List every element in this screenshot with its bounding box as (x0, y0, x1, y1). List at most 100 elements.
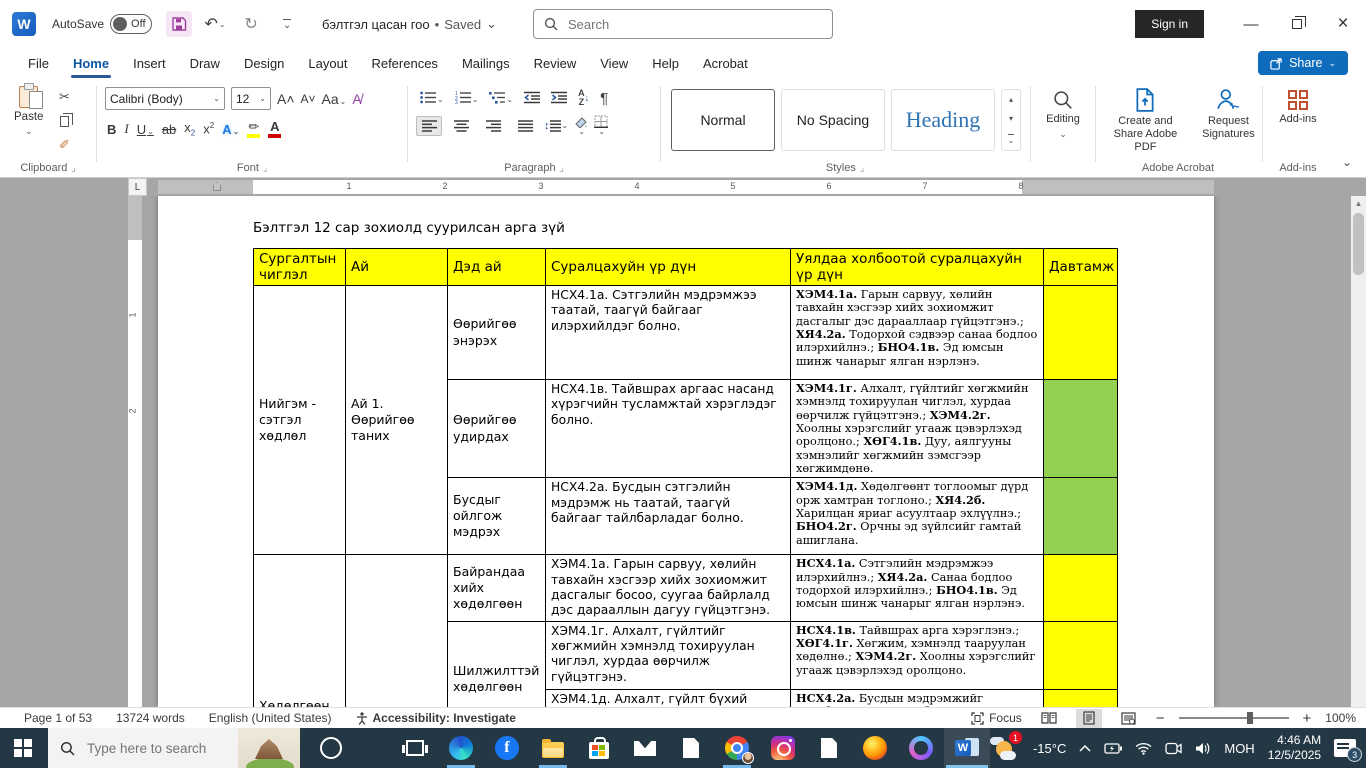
document-title-menu[interactable]: бэлтгэл цасан гоо • Saved ⌄ (322, 16, 497, 32)
cell-outcome[interactable]: ХЭМ4.1г. Алхалт, гүйлтийг хөгжмийн хэмнэ… (545, 620, 791, 690)
cell-frequency[interactable] (1043, 378, 1118, 479)
bullets-button[interactable]: ⌄ (420, 89, 444, 107)
autosave-toggle[interactable]: Off (110, 14, 153, 34)
tab-insert[interactable]: Insert (123, 52, 176, 75)
cell-sub-ai[interactable]: Бусдыг ойлгож мэдрэх (447, 477, 546, 556)
font-size-combo[interactable]: 12 ⌄ (231, 87, 271, 110)
taskbar-file-explorer[interactable] (530, 728, 576, 768)
cell-outcome[interactable]: НСХ4.1а. Сэтгэлийн мэдрэмжээ таатай, таа… (545, 285, 791, 380)
cell-outcome[interactable]: НСХ4.2а. Бусдын сэтгэлийн мэдрэмж нь таа… (545, 477, 791, 556)
tab-design[interactable]: Design (234, 52, 294, 75)
borders-button[interactable]: ⌄ (594, 115, 609, 136)
cell-direction-group1[interactable]: Нийгэм - сэтгэл хөдлөл (253, 284, 346, 556)
bold-button[interactable]: B (107, 122, 116, 137)
line-spacing-button[interactable]: ↕ ⌄ (544, 120, 568, 132)
share-button[interactable]: Share ⌄ (1258, 51, 1348, 75)
minimize-button[interactable]: ― (1228, 0, 1274, 48)
taskbar-facebook[interactable]: f (484, 728, 530, 768)
paste-button[interactable]: Paste ⌄ (14, 83, 43, 154)
tab-file[interactable]: File (18, 52, 59, 75)
show-hidden-icons-button[interactable] (1079, 744, 1091, 752)
web-layout-button[interactable] (1116, 709, 1142, 728)
cell-related[interactable]: НСХ4.1а. Сэтгэлийн мэдрэмжээ илэрхийлнэ.… (790, 554, 1044, 622)
task-view-button[interactable] (392, 728, 438, 768)
cell-sub-ai[interactable]: Байрандаа хийх хөдөлгөөн (447, 554, 546, 622)
style-no-spacing[interactable]: No Spacing (781, 89, 885, 151)
taskbar-word[interactable]: W (943, 728, 990, 768)
read-mode-button[interactable] (1036, 709, 1062, 728)
save-button[interactable] (166, 11, 193, 37)
font-color-button[interactable]: A (268, 120, 282, 138)
taskbar-search[interactable] (48, 728, 300, 768)
cell-outcome[interactable]: ХЭМ4.1д. Алхалт, гүйлт бүхий (545, 688, 791, 707)
taskbar-edge[interactable] (438, 728, 484, 768)
clear-formatting-button[interactable]: A̸ (352, 91, 361, 107)
focus-button[interactable]: Focus (971, 711, 1022, 725)
zoom-slider[interactable] (1178, 712, 1289, 724)
search-box[interactable] (533, 9, 833, 39)
subscript-button[interactable]: x2 (184, 120, 195, 138)
sort-button[interactable]: A Z ↓ (578, 89, 589, 107)
change-case-button[interactable]: Aa⌄ (322, 91, 347, 107)
taskbar-chrome[interactable] (714, 728, 760, 768)
scrollbar-thumb[interactable] (1353, 213, 1364, 275)
taskbar-search-input[interactable] (85, 739, 235, 757)
cell-frequency[interactable] (1043, 554, 1118, 622)
copy-button[interactable] (53, 112, 75, 130)
header-sub-ai[interactable]: Дэд ай (447, 248, 546, 286)
cell-related[interactable]: НСХ4.2а. Бусдын мэдрэмжийг тайлбарлана.;… (790, 688, 1044, 707)
cell-ai-group1[interactable]: Ай 1. Өөрийгөө таних (345, 284, 448, 556)
cortana-button[interactable] (308, 728, 354, 768)
keyboard-language[interactable]: MOH (1224, 741, 1254, 756)
page-indicator[interactable]: Page 1 of 53 (24, 711, 92, 725)
shrink-font-button[interactable]: A˅ (301, 92, 316, 106)
zoom-level[interactable]: 100% (1325, 711, 1356, 725)
header-outcome[interactable]: Суралцахуйн үр дүн (545, 248, 791, 286)
scroll-up-icon[interactable]: ▲ (1351, 196, 1366, 211)
cell-outcome[interactable]: ХЭМ4.1а. Гарын сарвуу, хөлийн тавхайн хэ… (545, 554, 791, 622)
taskbar-store[interactable] (576, 728, 622, 768)
taskbar-mail[interactable] (622, 728, 668, 768)
cell-frequency[interactable] (1043, 477, 1118, 556)
decrease-indent-button[interactable] (524, 89, 541, 107)
cell-frequency[interactable] (1043, 688, 1118, 707)
indent-marker[interactable] (213, 182, 221, 191)
temperature-label[interactable]: -15°C (1033, 741, 1066, 756)
style-normal[interactable]: Normal (671, 89, 775, 151)
tab-mailings[interactable]: Mailings (452, 52, 520, 75)
search-input[interactable] (566, 15, 796, 33)
addins-button[interactable]: Add-ins (1263, 78, 1333, 126)
redo-button[interactable]: ↻ (238, 11, 264, 37)
format-painter-button[interactable]: ✐ (53, 136, 75, 154)
request-signatures-button[interactable]: Request Signatures (1197, 88, 1260, 155)
cell-related[interactable]: НСХ4.1в. Тайвшрах арга хэрэглэнэ.; ХӨГ4.… (790, 620, 1044, 690)
cell-related[interactable]: ХЭМ4.1г. Алхалт, гүйлтийг хөгжмийн хэмнэ… (790, 378, 1044, 479)
action-center-button[interactable]: 3 (1334, 739, 1363, 762)
document-page[interactable]: Бэлтгэл 12 сар зохиолд суурилсан арга зү… (158, 196, 1214, 707)
start-button[interactable] (0, 728, 46, 768)
styles-gallery-scroll[interactable]: ▴ ▾ ⌄ (1001, 89, 1021, 151)
tab-help[interactable]: Help (642, 52, 689, 75)
dialog-launcher-icon[interactable]: ⌟ (263, 163, 267, 173)
clock[interactable]: 4:46 AM 12/5/2025 (1268, 733, 1321, 763)
numbering-button[interactable]: 1 2 3 ⌄ (455, 89, 479, 107)
zoom-out-button[interactable]: − (1156, 710, 1165, 727)
tab-home[interactable]: Home (63, 52, 119, 78)
cell-related[interactable]: ХЭМ4.1а. Гарын сарвуу, хөлийн тавхайн хэ… (790, 285, 1044, 380)
restore-button[interactable] (1274, 0, 1320, 48)
sign-in-button[interactable]: Sign in (1135, 10, 1204, 38)
dialog-launcher-icon[interactable]: ⌟ (560, 163, 564, 173)
grow-font-button[interactable]: A˄ (277, 91, 295, 107)
highlight-button[interactable]: ✏ (247, 120, 261, 138)
align-left-button[interactable] (416, 115, 442, 136)
shading-button[interactable]: ⌄ (574, 116, 588, 136)
style-heading[interactable]: Heading (891, 89, 995, 151)
font-name-combo[interactable]: Calibri (Body) ⌄ (105, 87, 225, 110)
header-direction[interactable]: Сургалтын чиглэл (253, 248, 346, 286)
collapse-ribbon-button[interactable]: ⌄ (1342, 155, 1352, 169)
multilevel-list-button[interactable]: ⌄ (489, 89, 513, 107)
undo-button[interactable]: ↶ ⌄ (202, 11, 228, 37)
word-count[interactable]: 13724 words (116, 711, 185, 725)
tab-draw[interactable]: Draw (180, 52, 230, 75)
cell-sub-ai[interactable]: Өөрийгөө энэрэх (447, 285, 546, 380)
